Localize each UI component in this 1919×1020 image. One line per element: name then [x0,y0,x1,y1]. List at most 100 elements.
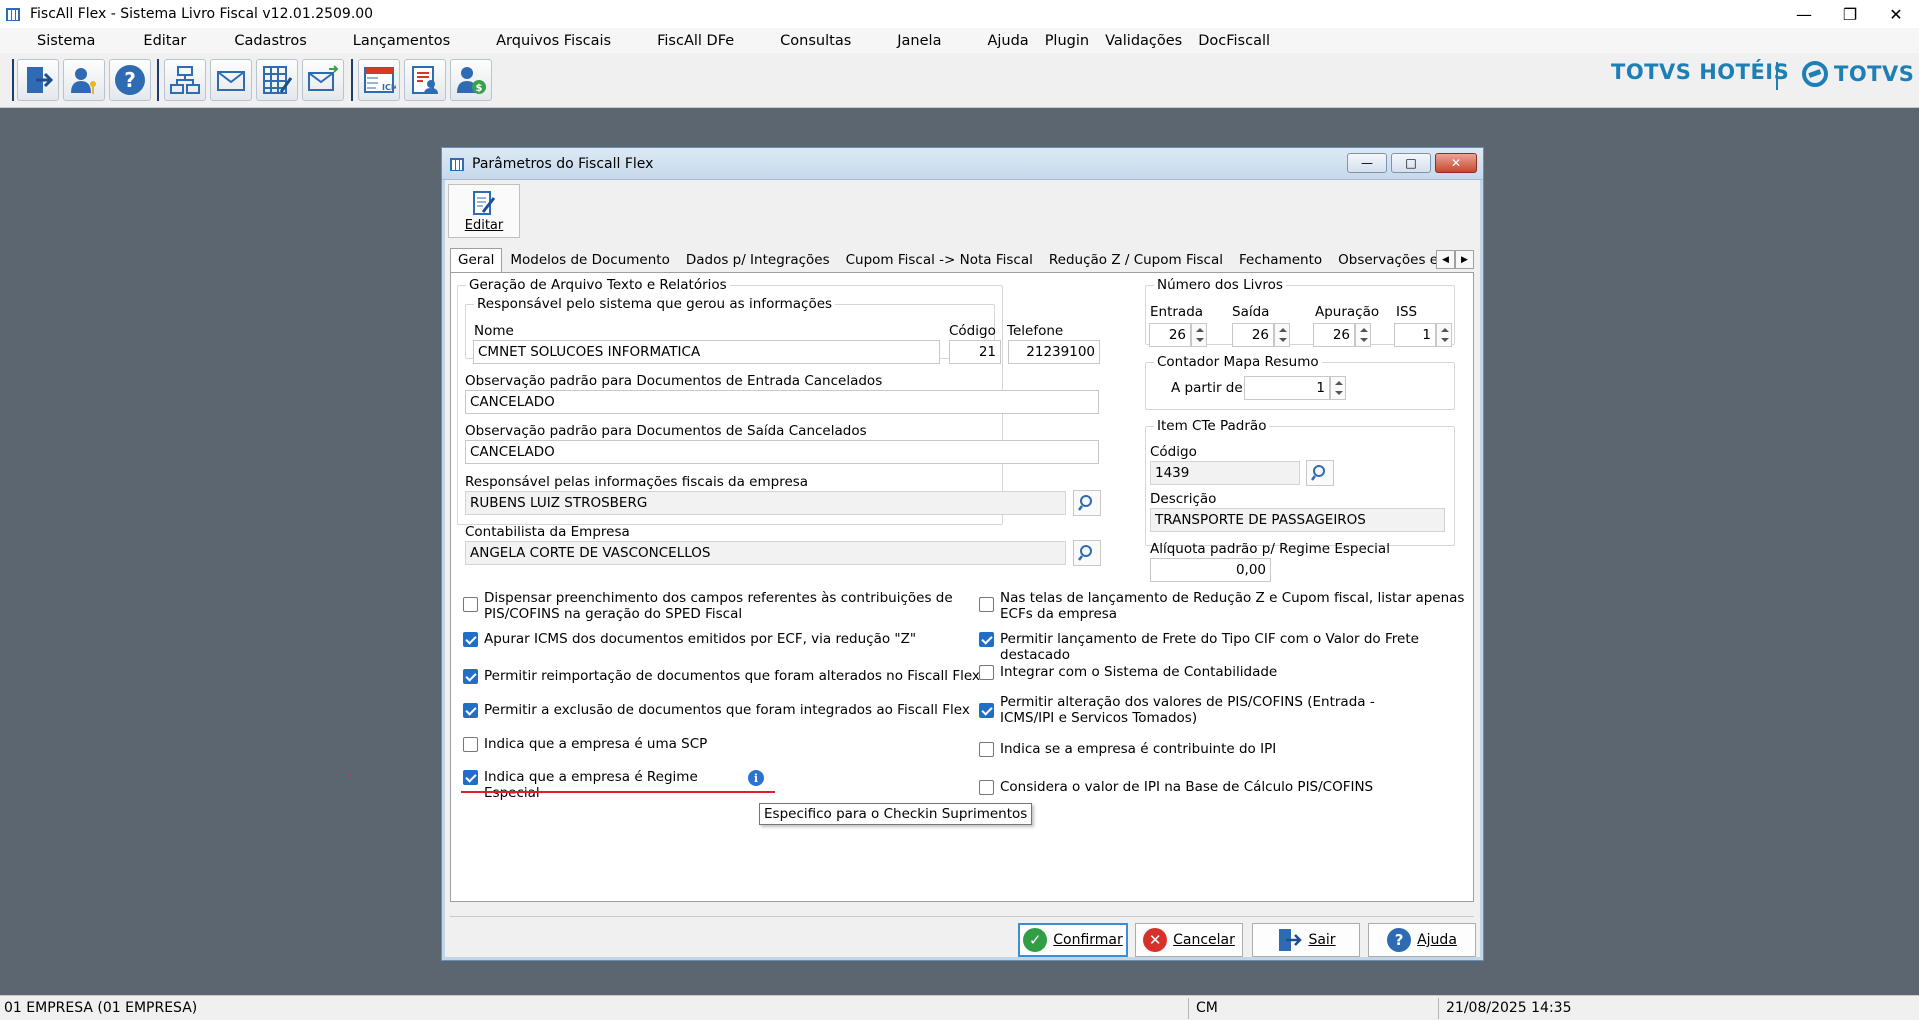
chk-contribuinte-ipi[interactable] [979,742,994,757]
tab-fechamento[interactable]: Fechamento [1231,248,1330,272]
user-key-icon[interactable] [63,59,105,101]
chk-integrar-contabilidade[interactable] [979,665,994,680]
network-icon[interactable] [164,59,206,101]
cte-codigo-field[interactable]: 1439 [1150,461,1300,485]
info-icon[interactable]: i [748,770,764,786]
tab-dados-integracoes[interactable]: Dados p/ Integrações [678,248,838,272]
edit-button[interactable]: Editar [448,184,520,238]
chk-scp[interactable] [463,737,478,752]
saida-label: Saída [1232,304,1270,320]
restore-icon[interactable]: ❐ [1827,0,1873,28]
help-icon: ? [1387,928,1412,952]
tab-scroll-right-icon[interactable]: ▶ [1455,250,1474,269]
dialog-title: Parâmetros do Fiscall Flex [472,155,654,172]
a-partir-spinner[interactable] [1330,376,1346,400]
telefone-field[interactable]: 21239100 [1008,340,1100,364]
icms-table-icon[interactable]: ICMS [358,59,400,101]
confirmar-label: Confirmar [1053,932,1123,948]
cancelar-button[interactable]: ✕ Cancelar [1135,923,1243,957]
chk-reimportacao[interactable] [463,669,478,684]
apuracao-spinner[interactable] [1355,323,1371,347]
chk-regime-especial-label: Indica que a empresa é Regime Especial [484,769,698,801]
user-money-icon[interactable]: $ [450,59,492,101]
tab-modelos-documento[interactable]: Modelos de Documento [502,248,677,272]
obs-entrada-label: Observação padrão para Documentos de Ent… [465,373,883,389]
tab-reducao-z[interactable]: Redução Z / Cupom Fiscal [1041,248,1231,272]
menu-docfiscall[interactable]: DocFiscall [1192,33,1276,49]
mail-send-icon[interactable] [302,59,344,101]
menu-arquivos-fiscais[interactable]: Arquivos Fiscais [490,33,617,49]
a-partir-field[interactable]: 1 [1244,376,1330,400]
chk-exclusao[interactable] [463,703,478,718]
aliquota-label: Alíquota padrão p/ Regime Especial [1150,541,1390,557]
codigo-field[interactable]: 21 [949,340,1001,364]
brand-totvs: TOTVS [1834,62,1915,86]
menu-plugin[interactable]: Plugin [1039,33,1095,49]
menu-validacoes[interactable]: Validações [1099,33,1188,49]
entrada-spinner[interactable] [1191,323,1207,347]
entrada-field[interactable]: 26 [1149,323,1191,347]
toolbar-separator [351,59,353,101]
brand-totvs-hoteis: TOTVS HOTÉIS [1611,60,1790,84]
toolbar-separator [12,59,14,101]
livros-group-label: Número dos Livros [1154,277,1286,293]
spreadsheet-edit-icon[interactable] [256,59,298,101]
iss-spinner[interactable] [1436,323,1452,347]
dialog-maximize-icon[interactable]: □ [1391,153,1431,173]
cte-descricao-label: Descrição [1150,491,1217,507]
resp-fiscal-search-button[interactable] [1073,490,1101,516]
chk-frete-cif[interactable] [979,632,994,647]
saida-field[interactable]: 26 [1232,323,1274,347]
tab-cupom-nota[interactable]: Cupom Fiscal -> Nota Fiscal [838,248,1041,272]
obs-saida-field[interactable]: CANCELADO [465,440,1099,464]
a-partir-label: A partir de [1171,380,1243,396]
cte-descricao-field[interactable]: TRANSPORTE DE PASSAGEIROS [1150,508,1445,532]
parametros-dialog: Parâmetros do Fiscall Flex — □ ✕ Editar … [441,147,1484,961]
sair-button[interactable]: Sair [1252,923,1360,957]
ajuda-button[interactable]: ? Ajuda [1368,923,1476,957]
tooltip: Especifico para o Checkin Suprimentos [759,803,1033,825]
dialog-minimize-icon[interactable]: — [1347,153,1387,173]
iss-field[interactable]: 1 [1394,323,1436,347]
apuracao-field[interactable]: 26 [1313,323,1355,347]
confirmar-button[interactable]: ✓ Confirmar [1018,923,1128,957]
menu-ajuda[interactable]: Ajuda [981,33,1034,49]
cte-search-button[interactable] [1306,460,1334,486]
menu-fiscall-dfe[interactable]: FiscAll DFe [651,33,740,49]
menu-lancamentos[interactable]: Lançamentos [347,33,456,49]
chk-apurar-icms[interactable] [463,632,478,647]
chk-listar-ecfs[interactable] [979,597,994,612]
nome-field[interactable]: CMNET SOLUCOES INFORMATICA [473,340,940,364]
menu-cadastros[interactable]: Cadastros [228,33,312,49]
minimize-icon[interactable]: — [1781,0,1827,28]
menu-janela[interactable]: Janela [891,33,947,49]
menu-editar[interactable]: Editar [137,33,192,49]
chk-ipi-base-pis-cofins[interactable] [979,780,994,795]
chk-alteracao-pis-cofins[interactable] [979,703,994,718]
saida-spinner[interactable] [1274,323,1290,347]
toolbar-separator [157,59,159,101]
obs-entrada-field[interactable]: CANCELADO [465,390,1099,414]
contabilista-label: Contabilista da Empresa [465,524,630,540]
chk-regime-especial[interactable] [463,770,478,785]
telefone-label: Telefone [1007,323,1064,339]
edit-label: Editar [464,218,504,233]
dialog-close-icon[interactable]: ✕ [1435,153,1477,173]
mail-open-icon[interactable] [210,59,252,101]
menu-consultas[interactable]: Consultas [774,33,857,49]
close-icon[interactable]: ✕ [1873,0,1919,28]
chk-dispensar-pis-cofins[interactable] [463,597,478,612]
tab-scroll-left-icon[interactable]: ◀ [1436,250,1455,269]
status-empresa: 01 EMPRESA (01 EMPRESA) [4,1000,198,1016]
contabilista-search-button[interactable] [1073,540,1101,566]
resp-fiscal-field[interactable]: RUBENS LUIZ STROSBERG [465,491,1066,515]
cte-codigo-label: Código [1150,444,1197,460]
menu-sistema[interactable]: Sistema [31,33,101,49]
contabilista-field[interactable]: ANGELA CORTE DE VASCONCELLOS [465,541,1066,565]
exit-icon[interactable] [17,59,59,101]
aliquota-field[interactable]: 0,00 [1150,558,1271,582]
help-icon[interactable]: ? [109,59,151,101]
tab-geral[interactable]: Geral [450,248,503,272]
document-user-icon[interactable] [404,59,446,101]
chk-exclusao-label: Permitir a exclusão de documentos que fo… [484,702,970,718]
